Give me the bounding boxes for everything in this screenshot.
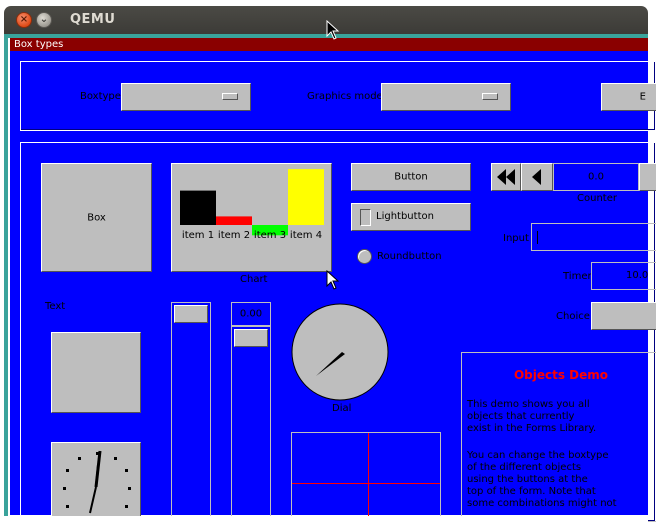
lightbutton-object[interactable]: Lightbutton (351, 203, 471, 231)
text-cursor (537, 231, 538, 244)
bar-chart: item 1 item 2 item 3 item 4 (180, 169, 324, 241)
input-label: Input (503, 233, 529, 244)
positioner-vline (368, 433, 369, 521)
roundbutton-radio[interactable] (357, 249, 372, 264)
slider-handle[interactable] (174, 305, 208, 323)
chart-tick-label: item 2 (218, 230, 250, 241)
light-indicator (360, 209, 371, 226)
chart-tick-label: item 3 (254, 230, 286, 241)
chart-label: Chart (240, 274, 268, 285)
counter-value-box: 0.0 (553, 163, 639, 191)
valslider-value-box: 0.00 (231, 302, 271, 326)
counter-fast-down-button[interactable] (491, 163, 521, 191)
chart-bar-4 (288, 169, 324, 225)
minimize-button[interactable]: ⌄ (36, 12, 52, 28)
close-icon: × (19, 14, 29, 25)
positioner-hline (292, 483, 440, 484)
chart-bar-2 (216, 216, 252, 225)
clock-object (51, 442, 141, 522)
dial-label: Dial (332, 403, 352, 414)
demo-paragraph-1: This demo shows you all objects that cur… (467, 399, 597, 434)
exit-button[interactable]: E (601, 83, 656, 111)
demo-textbox: Objects Demo This demo shows you all obj… (461, 352, 656, 522)
graphics-mode-choice[interactable] (381, 83, 511, 111)
counter-down-button[interactable] (521, 163, 553, 191)
choice-knob-icon (482, 93, 498, 100)
choice-label: Choice (556, 311, 590, 322)
demo-title: Objects Demo (513, 368, 609, 382)
graphics-mode-label: Graphics mode (307, 91, 383, 102)
double-left-arrow-icon (497, 169, 515, 185)
timer-box: 10.0 (591, 262, 656, 290)
window-title: QEMU (70, 12, 116, 27)
boxtype-label: Boxtype (80, 91, 121, 102)
dial-object[interactable] (290, 302, 392, 402)
chart-object: item 1 item 2 item 3 item 4 (171, 163, 332, 272)
box-object: Box (41, 163, 152, 272)
demo-paragraph-2: You can change the boxtype of the differ… (467, 450, 617, 509)
counter-up-button[interactable] (639, 163, 656, 191)
input-field[interactable] (531, 223, 656, 251)
valslider-handle[interactable] (234, 329, 268, 347)
boxtype-choice[interactable] (121, 83, 251, 111)
chart-bar-1 (180, 190, 216, 225)
minimize-icon: ⌄ (39, 14, 49, 25)
slider-track[interactable] (171, 302, 211, 518)
text-label: Text (45, 301, 66, 312)
counter-label: Counter (577, 193, 617, 204)
choice-object[interactable] (591, 302, 656, 330)
choice-knob-icon (222, 93, 238, 100)
chart-tick-label: item 1 (182, 230, 214, 241)
roundbutton-label: Roundbutton (377, 251, 442, 262)
positioner-object[interactable] (291, 432, 441, 522)
left-arrow-icon (532, 169, 541, 185)
valslider-track[interactable] (231, 326, 271, 518)
mouse-cursor-icon (326, 270, 340, 290)
chart-tick-label: item 4 (290, 230, 322, 241)
mouse-cursor-icon (326, 20, 340, 40)
clock-face-icon (63, 450, 131, 514)
close-button[interactable]: × (16, 12, 32, 28)
window-bottom (4, 516, 648, 528)
timer-label: Timer (563, 271, 592, 282)
button-object[interactable]: Button (351, 163, 471, 191)
text-box (51, 332, 141, 413)
